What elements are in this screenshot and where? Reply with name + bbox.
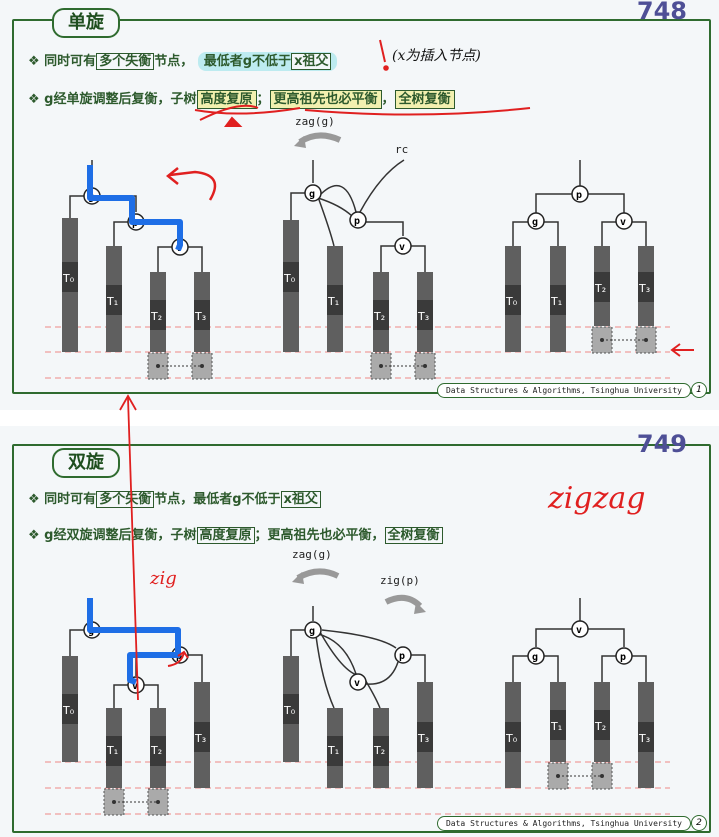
subtree-label: T₀ <box>62 272 75 285</box>
double-rotation-diagram: g p v T₀ T₁ T₂ T₃ g p v T₀ T₁ T₂ T₃ zag(… <box>45 481 670 816</box>
node-label: p <box>354 216 360 227</box>
node-label: v <box>354 678 360 689</box>
ink-stroke-blue <box>87 165 183 252</box>
subtree-label: T₀ <box>505 295 518 308</box>
slide-index: 1 <box>691 382 707 398</box>
subtree-label: T₂ <box>594 720 606 733</box>
node-label: g <box>309 626 315 637</box>
subtree-label: T₀ <box>283 272 296 285</box>
subtree-label: T₁ <box>327 744 339 757</box>
slide-749: 双旋 749 ❖ 同时可有 多个失衡 节点，最低者g不低于 x祖父 ❖ g经双旋调整后… <box>0 426 719 837</box>
handwritten-zig: zig <box>149 568 177 589</box>
single-rotation-diagram: g p v T₀ T₁ T₂ T₃ g p v T₀ T₁ T₂ T₃ zag(… <box>45 39 694 380</box>
footer: Data Structures & Algorithms, Tsinghua U… <box>436 383 691 398</box>
subtree-label: T₀ <box>62 704 75 717</box>
tree-after: v g p T₀ T₁ T₂ T₃ <box>505 598 654 790</box>
subtree-label: T₂ <box>594 282 606 295</box>
rc-label: rc <box>395 143 408 156</box>
subtree-label: T₃ <box>417 732 429 745</box>
node-label: v <box>399 242 405 253</box>
subtree-label: T₃ <box>417 310 429 323</box>
node-label: g <box>532 652 538 663</box>
subtree-label: T₂ <box>150 310 162 323</box>
subtree-label: T₃ <box>638 732 650 745</box>
node-label: v <box>620 217 626 228</box>
tree-rotating: g p v T₀ T₁ T₂ T₃ zag(g) rc <box>283 115 436 380</box>
node-label: p <box>576 190 582 201</box>
subtree-label: T₃ <box>194 732 206 745</box>
tree-before: g p v T₀ T₁ T₂ T₃ <box>62 160 213 380</box>
subtree-label: T₁ <box>106 295 118 308</box>
handwritten-note: (x为插入节点) <box>392 48 481 64</box>
subtree-label: T₁ <box>550 720 562 733</box>
node-label: g <box>309 189 315 200</box>
tree-rotating: g p v T₀ T₁ T₂ T₃ zag(g) zig(p) <box>283 548 433 788</box>
node-label: v <box>576 625 582 636</box>
subtree-label: T₂ <box>373 744 385 757</box>
rotation-label: zag(g) <box>295 115 335 128</box>
rotate-arrow-icon <box>296 568 340 581</box>
rotate-arrow-icon <box>298 132 342 145</box>
subtree-label: T₀ <box>283 704 296 717</box>
tree-after: p g v T₀ T₁ T₂ T₃ <box>505 160 657 354</box>
rotate-arrow-icon <box>384 594 423 609</box>
subtree-label: T₃ <box>194 310 206 323</box>
subtree-label: T₁ <box>106 744 118 757</box>
ink-stroke-blue <box>87 598 181 685</box>
slide-748: 单旋 748 ❖ 同时可有 多个失衡 节点， 最低者g不低于 x祖父 ❖ g经单旋调整… <box>0 0 719 410</box>
slide-index: 2 <box>691 815 707 831</box>
node-label: p <box>399 651 405 662</box>
node-label: g <box>532 217 538 228</box>
subtree-label: T₁ <box>550 295 562 308</box>
node-label: p <box>620 652 626 663</box>
footer: Data Structures & Algorithms, Tsinghua U… <box>436 816 691 831</box>
handwritten-zigzag: zigzag <box>547 481 646 516</box>
rotation-label: zig(p) <box>380 574 420 587</box>
subtree-label: T₀ <box>505 732 518 745</box>
tree-before: g p v T₀ T₁ T₂ T₃ <box>62 598 210 816</box>
subtree-label: T₁ <box>327 295 339 308</box>
subtree-label: T₂ <box>373 310 385 323</box>
subtree-label: T₃ <box>638 282 650 295</box>
rotation-label: zag(g) <box>292 548 332 561</box>
subtree-label: T₂ <box>150 744 162 757</box>
